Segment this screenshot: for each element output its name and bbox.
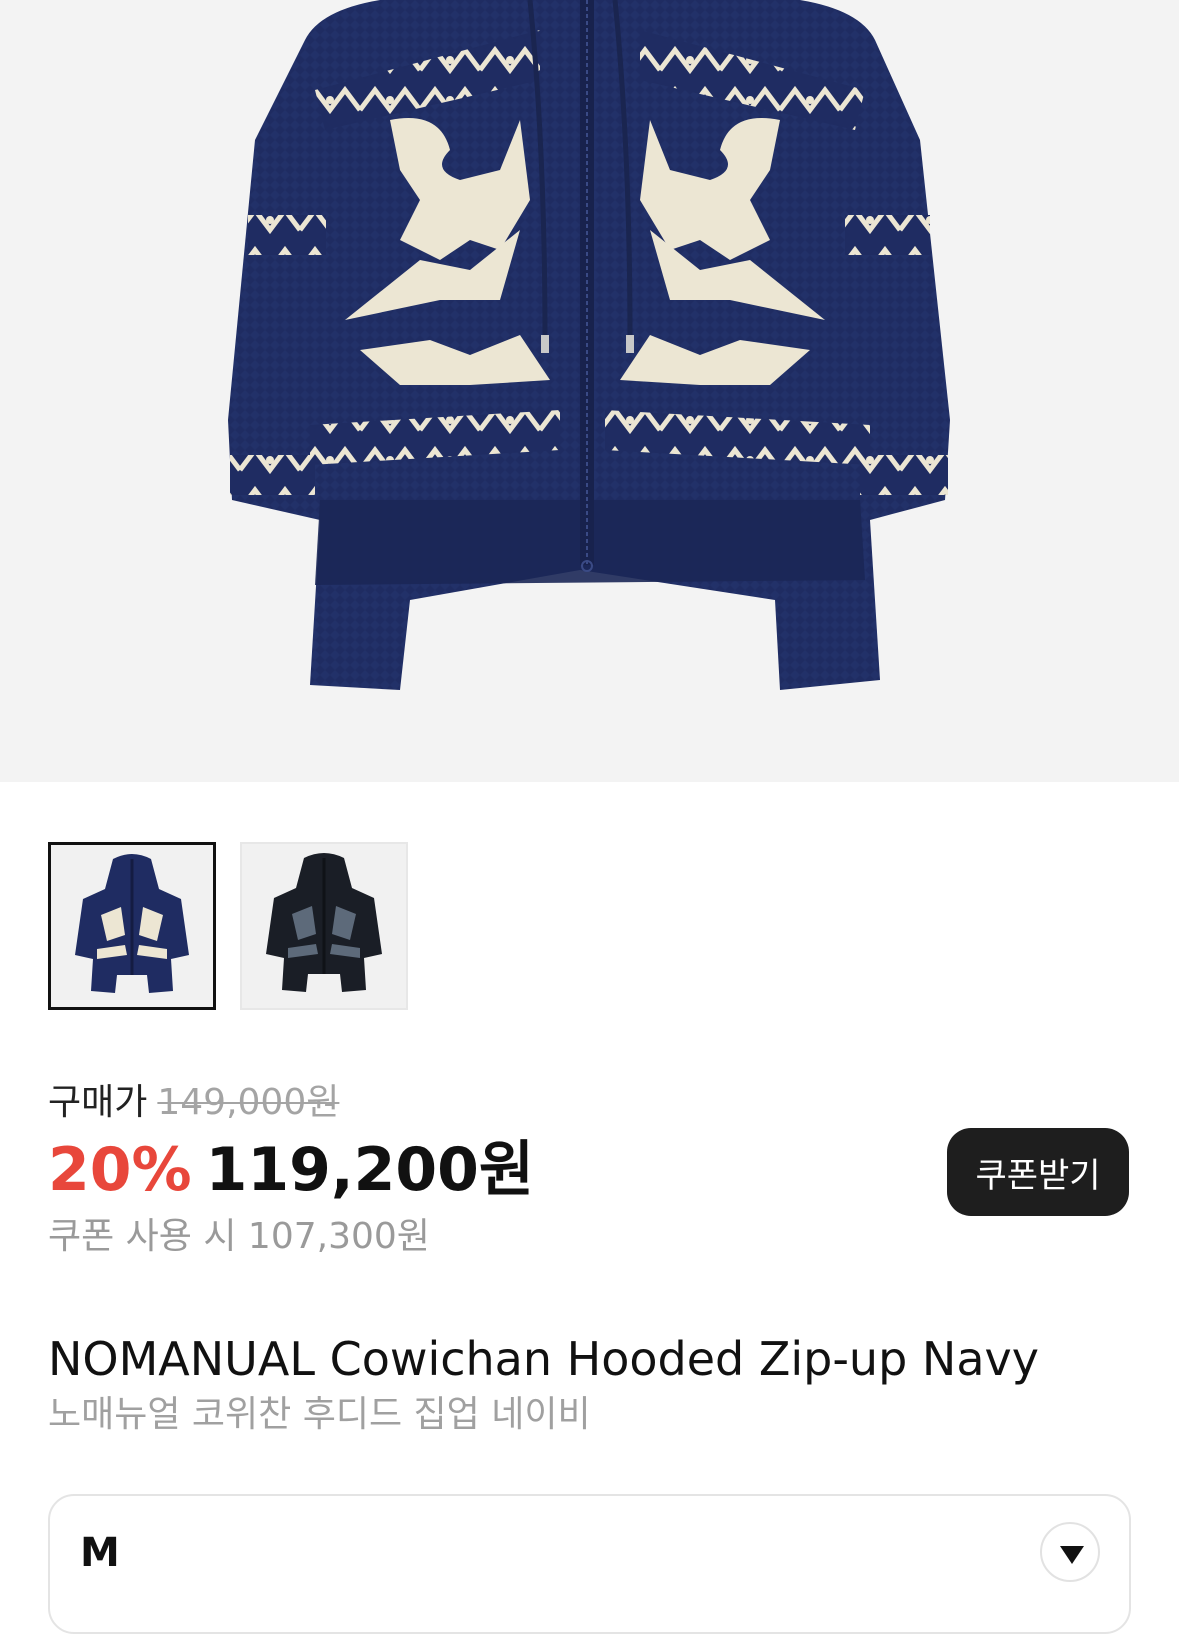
thumbnail-black-image [266, 853, 382, 992]
size-selected-value: M [80, 1530, 120, 1576]
size-dropdown-toggle[interactable] [1040, 1522, 1100, 1582]
original-price-label: 구매가 [48, 1082, 148, 1123]
original-price-row: 구매가 149,000원 [48, 1080, 1131, 1126]
get-coupon-button[interactable]: 쿠폰받기 [947, 1128, 1129, 1216]
original-price: 149,000원 [157, 1082, 340, 1123]
sale-price: 119,200원 [205, 1135, 535, 1205]
product-title-en: NOMANUAL Cowichan Hooded Zip-up Navy [48, 1332, 1039, 1386]
chevron-down-icon [1060, 1546, 1084, 1564]
coupon-price-note: 쿠폰 사용 시 107,300원 [48, 1216, 430, 1257]
discount-rate: 20% [48, 1135, 192, 1205]
product-title-ko: 노매뉴얼 코위찬 후디드 집업 네이비 [48, 1394, 591, 1435]
size-select[interactable]: M [48, 1494, 1131, 1634]
product-hero-image[interactable] [0, 0, 1179, 782]
thumbnail-black[interactable] [240, 842, 408, 1010]
hoodie-illustration [228, 0, 950, 690]
thumbnail-navy[interactable] [48, 842, 216, 1010]
thumbnail-strip [48, 842, 408, 1010]
thumbnail-navy-image [75, 854, 189, 993]
